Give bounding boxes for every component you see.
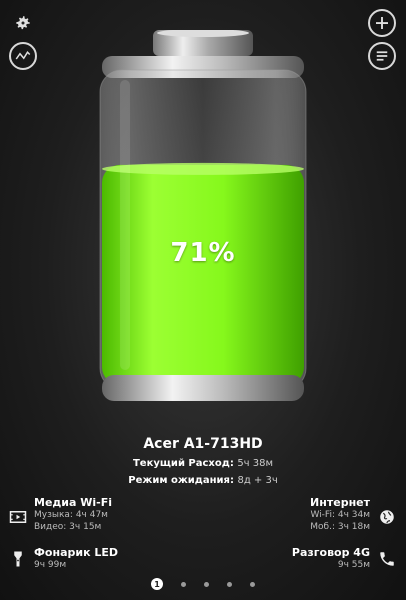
- flashlight-icon: [9, 550, 27, 568]
- add-button[interactable]: [368, 9, 396, 37]
- menu-icon: [376, 51, 388, 61]
- internet-title: Интернет: [310, 496, 370, 509]
- battery-level-fill: [102, 164, 304, 385]
- battery-percent: 71%: [170, 238, 236, 268]
- standby-label: Режим ожидания:: [128, 475, 234, 486]
- flashlight-time: 9ч 99м: [34, 560, 67, 570]
- graph-icon: [15, 51, 31, 60]
- phone-icon: [378, 550, 396, 568]
- page-dot-active[interactable]: 1: [151, 578, 163, 590]
- mobile-time: Моб.: 3ч 18м: [310, 522, 370, 532]
- media-wifi-block[interactable]: Медиа Wi-Fi Музыка: 4ч 47м Видео: 3ч 15м: [34, 496, 112, 533]
- globe-icon: [378, 508, 396, 526]
- history-graph-button[interactable]: [9, 42, 37, 70]
- flashlight-block[interactable]: Фонарик LED 9ч 99м: [34, 546, 118, 571]
- call-title: Разговор 4G: [291, 546, 370, 559]
- video-icon: [9, 508, 27, 526]
- current-usage-label: Текущий Расход:: [132, 458, 234, 469]
- current-usage: Текущий Расход: 5ч 38м: [0, 458, 406, 469]
- menu-button[interactable]: [368, 42, 396, 70]
- gear-icon: [16, 16, 30, 30]
- plus-icon: [376, 17, 388, 29]
- page-dot[interactable]: [227, 581, 232, 587]
- standby-value: 8д + 3ч: [237, 475, 278, 486]
- battery-gauge: [90, 29, 316, 405]
- music-time: Музыка: 4ч 47м: [34, 510, 108, 520]
- page-indicator[interactable]: 1: [0, 578, 406, 590]
- call-time: 9ч 55м: [337, 560, 370, 570]
- settings-button[interactable]: [9, 9, 37, 37]
- standby-time: Режим ожидания: 8д + 3ч: [0, 475, 406, 486]
- call-block[interactable]: Разговор 4G 9ч 55м: [292, 546, 370, 571]
- video-time: Видео: 3ч 15м: [34, 522, 102, 532]
- page-dot[interactable]: [181, 581, 186, 587]
- media-wifi-title: Медиа Wi-Fi: [34, 496, 113, 509]
- internet-block[interactable]: Интернет Wi-Fi: 4ч 34м Моб.: 3ч 18м: [310, 496, 370, 533]
- flashlight-title: Фонарик LED: [34, 546, 119, 559]
- page-dot[interactable]: [250, 581, 255, 587]
- current-usage-value: 5ч 38м: [237, 458, 274, 469]
- wifi-time: Wi-Fi: 4ч 34м: [310, 510, 370, 520]
- page-dot[interactable]: [204, 581, 209, 587]
- device-name: Acer A1-713HD: [143, 436, 263, 452]
